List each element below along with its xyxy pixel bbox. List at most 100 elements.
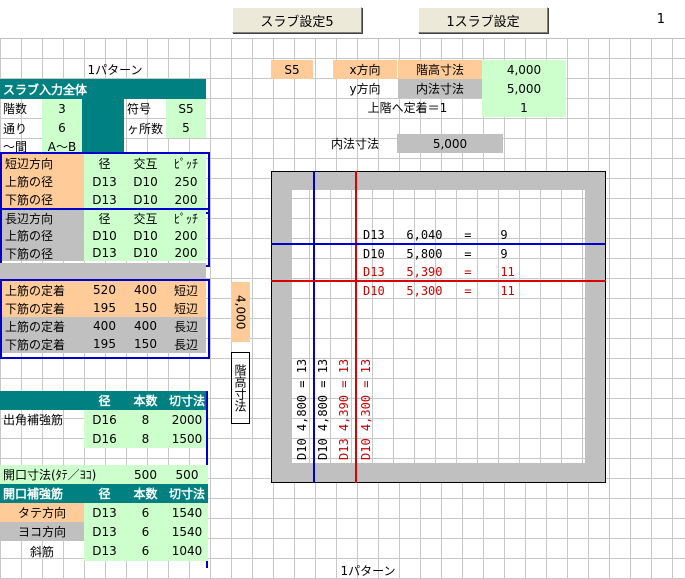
slab-symbol: S5 [271, 60, 313, 79]
short-head-pitch: ﾋﾟｯﾁ [166, 154, 206, 172]
bottom-pattern-label: 1パターン [340, 563, 396, 578]
long-lower-pitch[interactable]: 200 [166, 245, 206, 261]
blue-horizontal-bar [271, 243, 606, 245]
floors-value[interactable]: 3 [42, 99, 82, 118]
corner-1-dia[interactable]: D16 [84, 410, 125, 429]
x-dimension-name: 階高寸法 [398, 60, 482, 79]
anchor-1-label: 上筋の定着 [2, 281, 84, 299]
long-head-pitch: ﾋﾟｯﾁ [166, 210, 206, 226]
opening-vertical-cut[interactable]: 1540 [166, 503, 208, 522]
h-bar-1: D13 6,040 = 9 [363, 228, 508, 242]
corner-head-count: 本数 [125, 391, 166, 410]
symbol-value[interactable]: S5 [166, 99, 206, 118]
short-head-dia: 径 [84, 154, 125, 172]
opening-vertical-label: タテ方向 [0, 503, 84, 522]
blue-vertical-bar [313, 171, 315, 483]
anchor-2-dir: 短辺 [166, 299, 206, 317]
red-vertical-bar [355, 171, 357, 483]
y-dimension-value[interactable]: 5,000 [482, 79, 566, 98]
anchor-1-a[interactable]: 520 [84, 281, 125, 299]
opening-head-dia: 径 [84, 484, 125, 503]
y-dimension-name: 内法寸法 [398, 79, 482, 98]
corner-head-dia: 径 [84, 391, 125, 410]
corner-1-count[interactable]: 8 [125, 410, 166, 429]
anchor-4-label: 下筋の定着 [2, 335, 84, 353]
long-lower-alt[interactable]: D10 [125, 245, 166, 261]
teal-spacer [82, 99, 124, 138]
anchor-1-b[interactable]: 400 [125, 281, 166, 299]
opening-head-count: 本数 [125, 484, 166, 503]
opening-diagonal-cut[interactable]: 1040 [166, 541, 208, 561]
corner-1-cut[interactable]: 2000 [166, 410, 208, 429]
floors-label: 階数 [3, 102, 28, 116]
toolbar: スラブ設定5 1スラブ設定 1 [0, 0, 685, 39]
symbol-label: 符号 [127, 102, 152, 116]
anchor-4-a[interactable]: 195 [84, 335, 125, 353]
x-dimension-value[interactable]: 4,000 [482, 60, 566, 79]
long-head-dia: 径 [84, 210, 125, 226]
count-label: ヶ所数 [127, 121, 164, 136]
long-head-label: 長辺方向 [2, 210, 84, 226]
short-upper-pitch[interactable]: 250 [166, 172, 206, 191]
axis-label: 通り [3, 121, 28, 136]
floor-height-label: 階高寸法 [231, 352, 250, 424]
opening-diagonal-dia[interactable]: D13 [84, 541, 125, 561]
short-upper-alt[interactable]: D10 [125, 172, 166, 191]
short-head-label: 短辺方向 [2, 154, 84, 172]
short-lower-alt[interactable]: D10 [125, 191, 166, 208]
upper-floor-anchor-value[interactable]: 1 [482, 98, 566, 117]
short-lower-pitch[interactable]: 200 [166, 191, 206, 208]
anchor-3-b[interactable]: 400 [125, 317, 166, 335]
anchor-4-b[interactable]: 150 [125, 335, 166, 353]
opening-horizontal-count[interactable]: 6 [125, 522, 166, 541]
count-value[interactable]: 5 [166, 118, 206, 138]
h-bar-3: D13 5,390 = 11 [363, 265, 515, 279]
corner-2-dia[interactable]: D16 [84, 429, 125, 448]
short-lower-dia[interactable]: D13 [84, 191, 125, 208]
anchor-1-dir: 短辺 [166, 281, 206, 299]
corner-2-cut[interactable]: 1500 [166, 429, 208, 448]
red-horizontal-bar [271, 280, 606, 282]
input-title: スラブ入力全体 [0, 79, 185, 99]
corner-label: 出角補強筋 [3, 413, 64, 427]
h-bar-2: D10 5,800 = 9 [363, 247, 508, 261]
separator-row [0, 263, 206, 280]
opening-horizontal-label: ヨコ方向 [0, 522, 84, 541]
floor-height-value: 4,000 [231, 282, 250, 342]
anchor-4-dir: 長辺 [166, 335, 206, 353]
short-upper-label: 上筋の径 [2, 172, 84, 191]
page-number: 1 [656, 12, 665, 27]
long-upper-dia[interactable]: D10 [84, 226, 125, 245]
anchor-2-label: 下筋の定着 [2, 299, 84, 317]
long-lower-label: 下筋の径 [2, 245, 84, 261]
one-slab-setting-button[interactable]: 1スラブ設定 [418, 7, 548, 33]
corner-2-count[interactable]: 8 [125, 429, 166, 448]
inner-dimension-label: 内法寸法 [330, 137, 379, 151]
v-bar-1: D10 4,800 = 13 [295, 358, 309, 460]
opening-size-h[interactable]: 500 [166, 465, 208, 484]
opening-size-v[interactable]: 500 [125, 465, 166, 484]
opening-diagonal-count[interactable]: 6 [125, 541, 166, 561]
long-upper-alt[interactable]: D10 [125, 226, 166, 245]
v-bar-4: D10 4,300 = 13 [359, 358, 373, 460]
long-upper-pitch[interactable]: 200 [166, 226, 206, 245]
opening-head-cut: 切寸法 [166, 484, 208, 503]
y-direction-label: y方向 [349, 82, 381, 96]
axis-value[interactable]: 6 [42, 118, 82, 138]
slab-setting-5-button[interactable]: スラブ設定5 [232, 7, 362, 33]
opening-diagonal-label: 斜筋 [29, 544, 54, 559]
anchor-3-a[interactable]: 400 [84, 317, 125, 335]
long-upper-label: 上筋の径 [2, 226, 84, 245]
opening-vertical-count[interactable]: 6 [125, 503, 166, 522]
long-lower-dia[interactable]: D13 [84, 245, 125, 261]
opening-vertical-dia[interactable]: D13 [84, 503, 125, 522]
opening-horizontal-dia[interactable]: D13 [84, 522, 125, 541]
short-upper-dia[interactable]: D13 [84, 172, 125, 191]
v-bar-2: D10 4,800 = 13 [316, 358, 330, 460]
anchor-2-a[interactable]: 195 [84, 299, 125, 317]
anchor-2-b[interactable]: 150 [125, 299, 166, 317]
opening-horizontal-cut[interactable]: 1540 [166, 522, 208, 541]
h-bar-4: D10 5,300 = 11 [363, 284, 515, 298]
header-fill [185, 79, 206, 99]
short-head-alt: 交互 [125, 154, 166, 172]
